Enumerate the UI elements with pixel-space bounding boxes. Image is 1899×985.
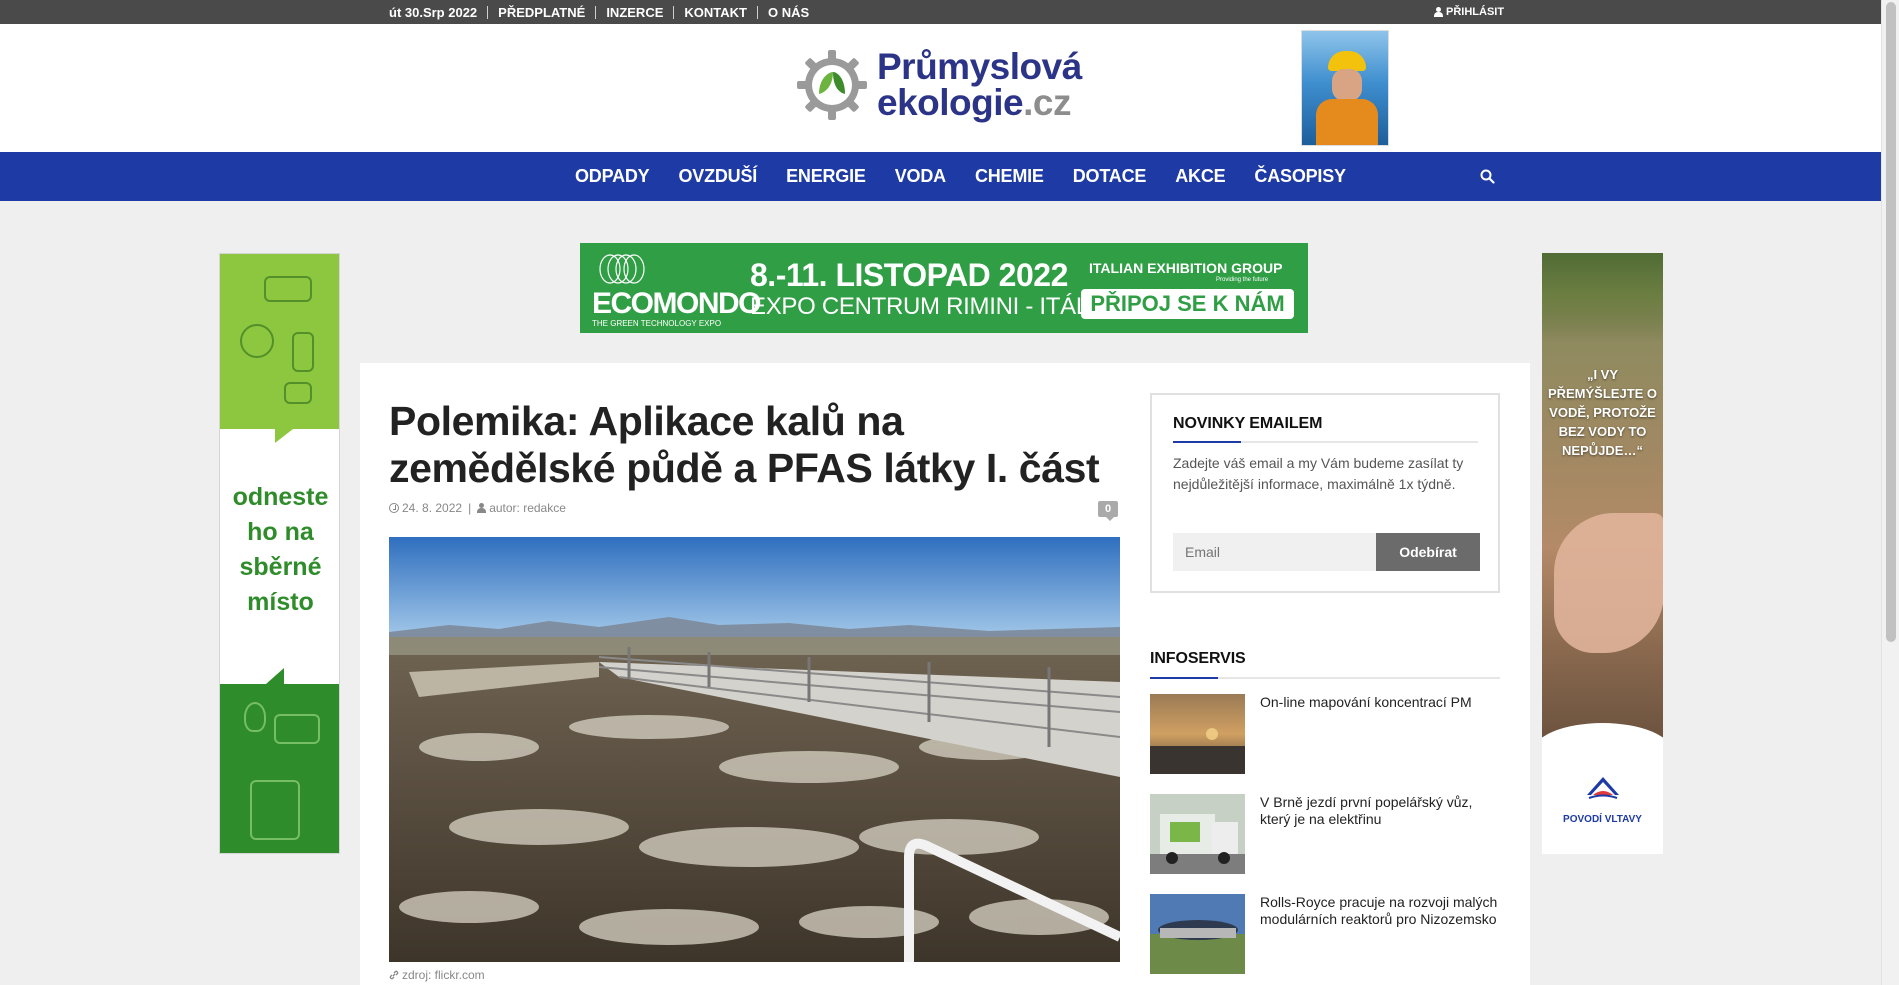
radio-icon <box>274 714 320 744</box>
author-icon <box>477 503 487 513</box>
organizer-tagline: Providing the future <box>1216 277 1269 283</box>
top-bar: út 30.Srp 2022 PŘEDPLATNÉ INZERCE KONTAK… <box>0 0 1881 24</box>
site-logo[interactable]: Průmyslová ekologie.cz <box>795 48 1082 122</box>
logo-word: ekologie <box>877 82 1024 123</box>
infoservis-heading: INFOSERVIS <box>1150 650 1246 667</box>
nav-item-dotace[interactable]: DOTACE <box>1073 166 1147 187</box>
logo-text: Průmyslová ekologie.cz <box>877 46 1082 123</box>
user-icon <box>1434 7 1443 17</box>
main-content: Polemika: Aplikace kalů na zemědělské pů… <box>360 363 1530 985</box>
speech-tail-bottom <box>266 668 284 684</box>
article-hero-image <box>389 537 1120 962</box>
povodi-vltavy-logo: POVODÍ VLTAVY <box>1542 773 1663 825</box>
logo-tld: .cz <box>1023 82 1071 123</box>
link-kontakt[interactable]: KONTAKT <box>684 5 747 20</box>
nav-item-voda[interactable]: VODA <box>895 166 946 187</box>
magazine-cover-image[interactable] <box>1301 30 1389 146</box>
infoservis-item-title: Rolls-Royce pracuje na rozvoji malých mo… <box>1260 894 1498 927</box>
article-date: 24. 8. 2022 <box>402 501 463 515</box>
image-source: zdroj: flickr.com <box>389 968 485 982</box>
divider <box>673 5 675 19</box>
nav-item-odpady[interactable]: ODPADY <box>575 166 650 187</box>
newsletter-heading: NOVINKY EMAILEM <box>1173 415 1323 432</box>
heading-underline <box>1173 441 1478 443</box>
main-navigation: ODPADY OVZDUŠÍ ENERGIE VODA CHEMIE DOTAC… <box>0 152 1881 201</box>
nav-item-chemie[interactable]: CHEMIE <box>975 166 1044 187</box>
heading-underline <box>1150 677 1500 679</box>
current-date: út 30.Srp 2022 <box>389 4 478 20</box>
article-thumbnail <box>1150 794 1245 874</box>
cover-face <box>1332 69 1362 101</box>
list-item[interactable]: On-line mapování koncentrací PM <box>1150 694 1500 774</box>
email-field[interactable] <box>1173 533 1376 571</box>
logo-line-2: ekologie.cz <box>877 82 1082 123</box>
join-button[interactable]: PŘIPOJ SE K NÁM <box>1081 289 1294 319</box>
login-link[interactable]: PŘIHLÁSIT <box>1434 0 1504 24</box>
nav-item-casopisy[interactable]: ČASOPISY <box>1254 166 1346 187</box>
link-inzerce[interactable]: INZERCE <box>606 5 663 20</box>
subscribe-button[interactable]: Odebírat <box>1376 533 1480 571</box>
scrollbar-thumb[interactable] <box>1886 2 1896 642</box>
cover-hardhat <box>1328 51 1366 71</box>
nav-item-akce[interactable]: AKCE <box>1175 166 1225 187</box>
link-predplatne[interactable]: PŘEDPLATNÉ <box>498 5 585 20</box>
divider <box>595 5 597 19</box>
top-bar-links: út 30.Srp 2022 PŘEDPLATNÉ INZERCE KONTAK… <box>389 0 809 24</box>
kettle-icon <box>240 324 274 358</box>
ecomondo-sub: THE GREEN TECHNOLOGY EXPO <box>592 319 722 328</box>
sewing-machine-icon <box>264 276 312 302</box>
speech-tail-top <box>275 429 293 443</box>
right-ad-banner[interactable]: „I VY PŘEMÝŠLEJTE O VODĚ, PROTOŽE BEZ VO… <box>1542 253 1663 854</box>
banner-brand: POVODÍ VLTAVY <box>1563 814 1642 825</box>
nav-item-ovzdusi[interactable]: OVZDUŠÍ <box>678 166 757 187</box>
banner-grass <box>1542 253 1663 343</box>
link-icon <box>389 970 399 980</box>
site-header: Průmyslová ekologie.cz <box>0 24 1881 152</box>
water-drop-logo-icon <box>1586 777 1619 799</box>
bulb-icon <box>244 702 266 732</box>
newsletter-box: NOVINKY EMAILEM Zadejte váš email a my V… <box>1150 393 1500 593</box>
washing-machine-icon <box>250 780 300 840</box>
list-item[interactable]: V Brně jezdí první popelářský vůz, který… <box>1150 794 1500 874</box>
left-ad-banner[interactable]: odneste ho na sběrné místo <box>219 253 340 854</box>
logo-line-1: Průmyslová <box>877 46 1082 87</box>
infoservis-item-title: V Brně jezdí první popelářský vůz, který… <box>1260 794 1473 827</box>
article-title: Polemika: Aplikace kalů na zemědělské pů… <box>389 398 1100 491</box>
image-source-text[interactable]: zdroj: flickr.com <box>402 968 485 982</box>
ecomondo-place: EXPO CENTRUM RIMINI - ITÁLIE <box>750 293 1111 320</box>
ecomondo-brand: ECOMONDO <box>592 287 762 320</box>
login-label: PŘIHLÁSIT <box>1446 6 1505 18</box>
newsletter-description: Zadejte váš email a my Vám budeme zasíla… <box>1173 455 1464 492</box>
comment-count-badge[interactable]: 0 <box>1098 501 1118 521</box>
nav-menu: ODPADY OVZDUŠÍ ENERGIE VODA CHEMIE DOTAC… <box>575 152 1375 201</box>
search-icon[interactable] <box>1480 169 1495 184</box>
banner-hand-photo <box>1554 513 1663 653</box>
page-scrollbar[interactable] <box>1881 0 1899 985</box>
list-item[interactable]: Rolls-Royce pracuje na rozvoji malých mo… <box>1150 894 1500 974</box>
iron-icon <box>284 382 312 404</box>
article-thumbnail <box>1150 694 1245 774</box>
clock-icon <box>389 503 399 513</box>
banner-bottom-green <box>220 684 339 853</box>
organizer-name: ITALIAN EXHIBITION GROUP <box>1089 260 1283 276</box>
ecomondo-date: 8.-11. LISTOPAD 2022 <box>750 257 1068 293</box>
banner-quote: „I VY PŘEMÝŠLEJTE O VODĚ, PROTOŽE BEZ VO… <box>1547 367 1658 458</box>
link-o-nas[interactable]: O NÁS <box>768 5 809 20</box>
nav-item-energie[interactable]: ENERGIE <box>786 166 866 187</box>
article-meta: 24. 8. 2022 | autor: redakce <box>389 501 566 515</box>
banner-message: odneste ho na sběrné místo <box>232 483 329 616</box>
divider <box>756 5 758 19</box>
infoservis-item-title: On-line mapování koncentrací PM <box>1260 694 1472 710</box>
ecomondo-ad-banner[interactable]: ECOMONDO THE GREEN TECHNOLOGY EXPO 8.-11… <box>580 243 1308 333</box>
article-thumbnail <box>1150 894 1245 974</box>
banner-top-green <box>220 254 339 429</box>
cover-body <box>1316 99 1378 145</box>
divider <box>487 5 489 19</box>
article-author[interactable]: autor: redakce <box>489 501 566 515</box>
gear-leaf-logo-icon <box>797 50 867 120</box>
ecomondo-rings-icon <box>599 254 645 284</box>
blender-icon <box>292 332 314 372</box>
divider: | <box>468 501 472 515</box>
